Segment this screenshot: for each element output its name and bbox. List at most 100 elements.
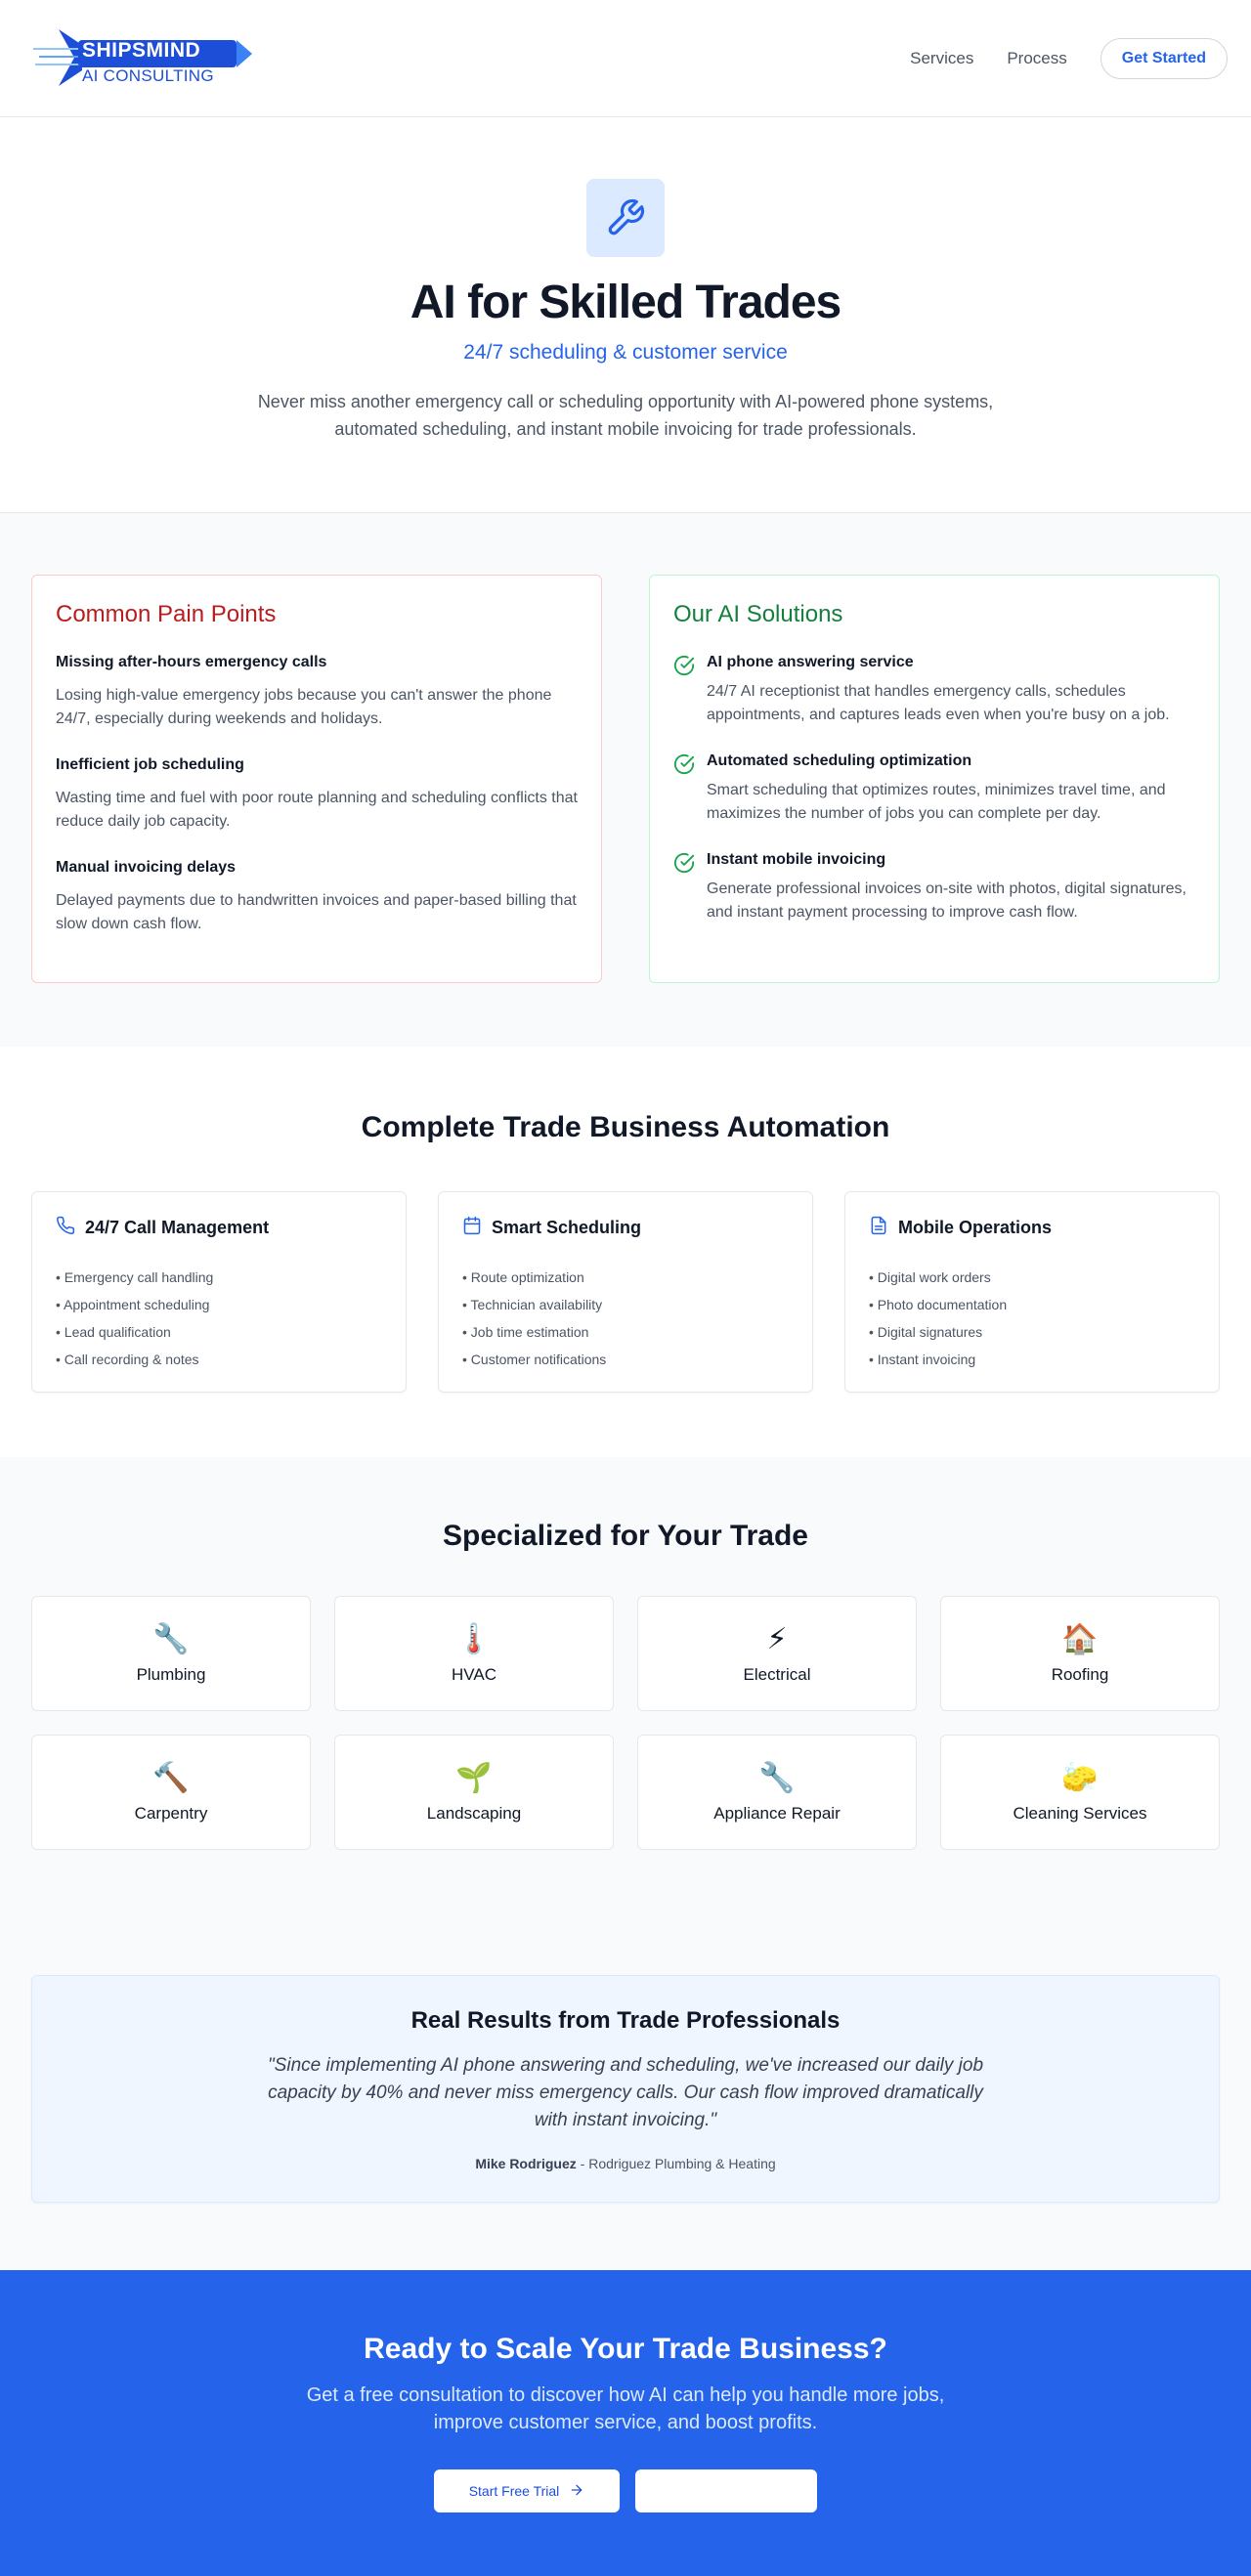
pain-point-text: Delayed payments due to handwritten invo… bbox=[56, 892, 577, 932]
wrench-icon bbox=[586, 179, 665, 257]
trade-card-cleaning-services[interactable]: 🧽 Cleaning Services bbox=[940, 1735, 1220, 1850]
feature-card: 24/7 Call Management Emergency call hand… bbox=[31, 1191, 407, 1393]
phone-icon bbox=[56, 1216, 75, 1240]
pain-solutions-section: Common Pain Points Missing after-hours e… bbox=[0, 513, 1251, 1047]
hero-tagline: 24/7 scheduling & customer service bbox=[463, 341, 788, 364]
thermometer-icon: 🌡️ bbox=[455, 1623, 493, 1655]
solution-text: 24/7 AI receptionist that handles emerge… bbox=[707, 683, 1170, 723]
solution-item: Automated scheduling optimization Smart … bbox=[673, 752, 1195, 826]
wrench-emoji-icon: 🔧 bbox=[152, 1623, 190, 1655]
secondary-cta-button[interactable] bbox=[635, 2469, 817, 2512]
house-icon: 🏠 bbox=[1061, 1623, 1099, 1655]
check-circle-icon bbox=[673, 752, 695, 826]
feature-item: Call recording & notes bbox=[56, 1346, 382, 1373]
trade-card-electrical[interactable]: ⚡ Electrical bbox=[637, 1596, 917, 1711]
pain-point-text: Losing high-value emergency jobs because… bbox=[56, 687, 552, 727]
calendar-icon bbox=[462, 1216, 482, 1240]
solution-text: Generate professional invoices on-site w… bbox=[707, 880, 1186, 921]
trade-card-carpentry[interactable]: 🔨 Carpentry bbox=[31, 1735, 311, 1850]
testimonial-card: Real Results from Trade Professionals "S… bbox=[31, 1975, 1220, 2203]
trade-card-roofing[interactable]: 🏠 Roofing bbox=[940, 1596, 1220, 1711]
check-circle-icon bbox=[673, 654, 695, 727]
nav-process[interactable]: Process bbox=[1007, 49, 1066, 68]
lightning-icon: ⚡ bbox=[766, 1623, 788, 1655]
cta-section: Ready to Scale Your Trade Business? Get … bbox=[0, 2270, 1251, 2576]
feature-card: Mobile Operations Digital work orders Ph… bbox=[844, 1191, 1220, 1393]
solution-title: AI phone answering service bbox=[707, 654, 914, 670]
feature-card-title: Smart Scheduling bbox=[492, 1218, 642, 1237]
pain-point-item: Missing after-hours emergency calls Losi… bbox=[56, 654, 578, 731]
solutions-title: Our AI Solutions bbox=[673, 601, 843, 627]
pain-point-title: Inefficient job scheduling bbox=[56, 756, 244, 773]
trade-name: Carpentry bbox=[134, 1804, 208, 1823]
trade-name: Roofing bbox=[1051, 1665, 1109, 1684]
trade-name: HVAC bbox=[452, 1665, 496, 1684]
solution-title: Instant mobile invoicing bbox=[707, 851, 886, 868]
feature-item: Lead qualification bbox=[56, 1318, 382, 1346]
pain-points-title: Common Pain Points bbox=[56, 601, 277, 627]
trades-section: Specialized for Your Trade 🔧 Plumbing 🌡️… bbox=[0, 1457, 1251, 2270]
feature-card: Smart Scheduling Route optimization Tech… bbox=[438, 1191, 813, 1393]
cta-title: Ready to Scale Your Trade Business? bbox=[364, 2333, 887, 2365]
feature-item: Photo documentation bbox=[869, 1291, 1195, 1318]
feature-item: Digital work orders bbox=[869, 1264, 1195, 1291]
page-title: AI for Skilled Trades bbox=[410, 277, 841, 328]
testimonial-attribution: Mike Rodriguez - Rodriguez Plumbing & He… bbox=[32, 2156, 1219, 2171]
feature-item: Technician availability bbox=[462, 1291, 789, 1318]
pain-point-item: Manual invoicing delays Delayed payments… bbox=[56, 859, 578, 936]
check-circle-icon bbox=[673, 851, 695, 924]
hammer-icon: 🔨 bbox=[152, 1762, 190, 1794]
pain-points-card: Common Pain Points Missing after-hours e… bbox=[31, 575, 602, 983]
pain-point-title: Missing after-hours emergency calls bbox=[56, 654, 327, 670]
trade-card-landscaping[interactable]: 🌱 Landscaping bbox=[334, 1735, 614, 1850]
arrow-right-icon bbox=[569, 2482, 584, 2501]
get-started-button[interactable]: Get Started bbox=[1100, 37, 1228, 79]
feature-item: Route optimization bbox=[462, 1264, 789, 1291]
pain-point-item: Inefficient job scheduling Wasting time … bbox=[56, 756, 578, 834]
trade-name: Landscaping bbox=[426, 1804, 522, 1823]
trade-name: Plumbing bbox=[136, 1665, 206, 1684]
trade-name: Electrical bbox=[743, 1665, 811, 1684]
site-header: SHIPSMIND AI CONSULTING Services Process… bbox=[0, 0, 1251, 117]
hero-description: Never miss another emergency call or sch… bbox=[257, 392, 994, 439]
feature-card-title: Mobile Operations bbox=[898, 1218, 1053, 1237]
seedling-icon: 🌱 bbox=[455, 1762, 493, 1794]
feature-item: Job time estimation bbox=[462, 1318, 789, 1346]
testimonial-author: Mike Rodriguez bbox=[475, 2156, 577, 2171]
cta-text: Get a free consultation to discover how … bbox=[306, 2384, 945, 2433]
trade-card-plumbing[interactable]: 🔧 Plumbing bbox=[31, 1596, 311, 1711]
automation-section: Complete Trade Business Automation 24/7 … bbox=[0, 1047, 1251, 1457]
pain-point-title: Manual invoicing delays bbox=[56, 859, 237, 876]
logo-brand: SHIPSMIND bbox=[82, 38, 201, 62]
logo[interactable]: SHIPSMIND AI CONSULTING bbox=[31, 27, 256, 90]
trade-name: Appliance Repair bbox=[713, 1804, 841, 1823]
start-free-trial-button[interactable]: Start Free Trial bbox=[434, 2469, 620, 2512]
solution-text: Smart scheduling that optimizes routes, … bbox=[707, 782, 1166, 822]
solution-title: Automated scheduling optimization bbox=[707, 752, 972, 769]
document-icon bbox=[869, 1216, 888, 1240]
feature-item: Instant invoicing bbox=[869, 1346, 1195, 1373]
pain-point-text: Wasting time and fuel with poor route pl… bbox=[56, 790, 578, 830]
trade-card-appliance-repair[interactable]: 🔧 Appliance Repair bbox=[637, 1735, 917, 1850]
start-free-trial-label: Start Free Trial bbox=[468, 2483, 560, 2499]
solutions-card: Our AI Solutions AI phone answering serv… bbox=[649, 575, 1220, 983]
testimonial-quote: "Since implementing AI phone answering a… bbox=[267, 2055, 984, 2130]
solution-item: AI phone answering service 24/7 AI recep… bbox=[673, 654, 1195, 727]
feature-item: Customer notifications bbox=[462, 1346, 789, 1373]
automation-title: Complete Trade Business Automation bbox=[361, 1111, 890, 1143]
logo-subtitle: AI CONSULTING bbox=[82, 65, 214, 85]
feature-item: Emergency call handling bbox=[56, 1264, 382, 1291]
trade-card-hvac[interactable]: 🌡️ HVAC bbox=[334, 1596, 614, 1711]
testimonial-company: - Rodriguez Plumbing & Heating bbox=[576, 2156, 776, 2171]
nav-services[interactable]: Services bbox=[910, 49, 973, 68]
feature-item: Digital signatures bbox=[869, 1318, 1195, 1346]
wrench-emoji-icon: 🔧 bbox=[758, 1762, 796, 1794]
hero-section: AI for Skilled Trades 24/7 scheduling & … bbox=[0, 117, 1251, 513]
feature-card-title: 24/7 Call Management bbox=[85, 1218, 270, 1237]
solution-item: Instant mobile invoicing Generate profes… bbox=[673, 851, 1195, 924]
sponge-icon: 🧽 bbox=[1061, 1762, 1099, 1794]
main-nav: Services Process Get Started bbox=[910, 37, 1228, 79]
trades-title: Specialized for Your Trade bbox=[442, 1520, 808, 1552]
feature-item: Appointment scheduling bbox=[56, 1291, 382, 1318]
testimonial-title: Real Results from Trade Professionals bbox=[410, 2007, 841, 2034]
